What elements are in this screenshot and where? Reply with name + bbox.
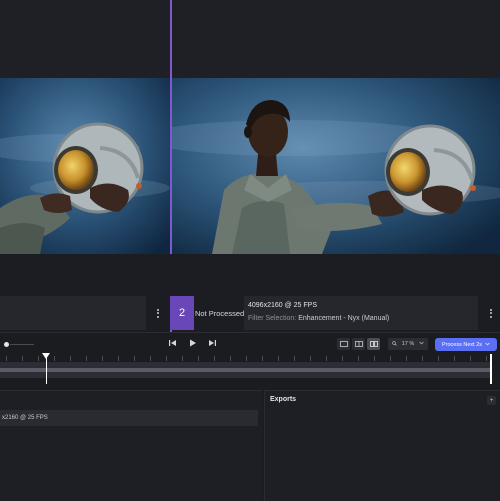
resolution-text: 4096x2160 @ 25 FPS [248,302,317,309]
clip-list-panel [0,390,262,501]
process-next-button[interactable]: Process Next 2s [435,338,497,351]
clip-number-badge: 2 [170,296,194,330]
next-frame-icon[interactable] [208,339,216,349]
volume-slider-track[interactable] [10,344,34,345]
timeline-tick [22,356,23,361]
chevron-down-icon [485,342,490,348]
clip-number: 2 [178,307,186,319]
exports-add-label: + [489,397,494,404]
view-mode-group [337,338,381,350]
timeline-tick [374,356,375,361]
timeline-tick [214,356,215,361]
split-view-icon [354,341,363,347]
preview-original [0,78,170,254]
original-frame-image [0,78,170,254]
zoom-value: 17 % [401,341,415,347]
timeline-tick [166,356,167,361]
exports-title: Exports [270,396,297,403]
timeline-tick [406,356,407,361]
timeline-tick [230,356,231,361]
timeline-tick [470,356,471,361]
timeline-tick [86,356,87,361]
timeline-end-marker[interactable] [490,354,492,384]
timeline-tick [326,356,327,361]
exports-panel [264,390,500,501]
side-by-side-view-icon [369,341,378,347]
enhanced-info-bar: 4096x2160 @ 25 FPS Filter Selection: Enh… [244,296,478,330]
process-next-label: Process Next 2s [441,341,483,348]
clip-list-item-text: x2160 @ 25 FPS [2,415,48,421]
single-view-icon [339,341,348,347]
timeline-tick [102,356,103,361]
exports-add-button[interactable]: + [487,396,496,405]
timeline-tick [486,356,487,361]
timeline-tick [310,356,311,361]
timeline-tick [182,356,183,361]
timeline-tick [278,356,279,361]
processing-status: Not Processed [194,296,245,330]
timeline-tick [246,356,247,361]
timeline-tick [390,356,391,361]
timeline-tick [150,356,151,361]
chevron-down-icon [419,341,424,347]
zoom-search-icon [392,340,397,348]
timeline-tick [342,356,343,361]
previous-frame-icon[interactable] [169,339,177,349]
original-more-icon[interactable] [150,296,166,330]
timeline-tick [54,356,55,361]
timeline-tick [422,356,423,361]
filter-label: Filter Selection: [248,315,297,322]
playhead-line[interactable] [46,356,47,384]
enhanced-more-icon[interactable] [484,296,498,330]
filter-value: Enhancement - Nyx (Manual) [298,315,390,322]
single-view-button[interactable] [337,338,350,350]
enhanced-frame-image [172,78,500,254]
timeline-tick [358,356,359,361]
original-info-bar [0,296,146,330]
timeline-tick [198,356,199,361]
timeline-clip-bar [0,368,492,372]
timeline-tick [294,356,295,361]
timeline-tick [454,356,455,361]
timeline-tick [438,356,439,361]
preview-enhanced [172,78,500,254]
volume-slider-knob[interactable] [4,342,9,347]
split-view-button[interactable] [352,338,365,350]
timeline-tick [6,356,7,361]
timeline-tick [262,356,263,361]
playhead-marker[interactable] [42,353,50,359]
play-icon[interactable] [189,339,197,349]
top-bar [0,0,500,78]
zoom-select[interactable]: 17 % [388,338,428,350]
status-text: Not Processed [195,308,245,318]
filter-selection: Filter Selection: Enhancement - Nyx (Man… [248,315,478,322]
timeline-tick [134,356,135,361]
side-by-side-view-button[interactable] [367,338,380,350]
preview-footer [0,254,500,296]
clip-list-item[interactable]: x2160 @ 25 FPS [0,410,258,426]
timeline-tick [38,356,39,361]
timeline-tick [118,356,119,361]
timeline-tick [70,356,71,361]
